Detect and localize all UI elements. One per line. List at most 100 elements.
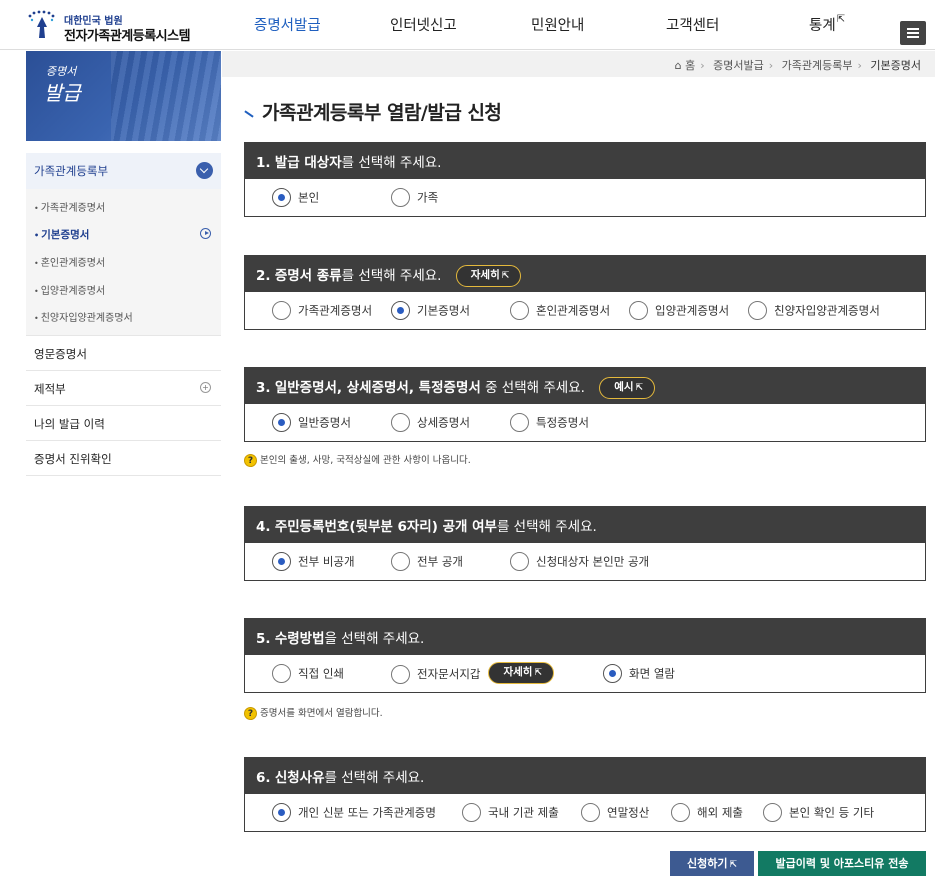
pill-label: 예시 <box>614 381 634 393</box>
sidebar-subitem-label: 기본증명서 <box>41 228 90 241</box>
nav-internet-report[interactable]: 인터넷신고 <box>390 14 457 35</box>
radio-other[interactable]: 본인 확인 등 기타 <box>763 803 874 823</box>
chevron-right-icon: › <box>700 59 705 72</box>
radio-checked-icon <box>272 552 291 571</box>
sidebar-subitem-full-adoption[interactable]: 친양자입양관계증명서 <box>26 301 221 329</box>
radio-unchecked-icon <box>391 413 410 432</box>
radio-self[interactable]: 본인 <box>272 188 319 208</box>
radio-marriage[interactable]: 혼인관계증명서 <box>510 301 610 321</box>
section-text: 를 선택해 주세요. <box>496 519 597 535</box>
sidebar-subitem-marriage[interactable]: 혼인관계증명서 <box>26 246 221 274</box>
section-number: 6. <box>256 770 271 786</box>
radio-unchecked-icon <box>763 803 782 822</box>
sidebar-subitem-label: 혼인관계증명서 <box>40 258 106 269</box>
breadcrumb-family-register[interactable]: 가족관계등록부 <box>782 59 853 72</box>
nav-statistics[interactable]: 통계⇱ <box>809 14 845 35</box>
page-title-text: 가족관계등록부 열람/발급 신청 <box>262 102 502 124</box>
play-icon <box>200 227 211 239</box>
section-header: 5. 수령방법을 선택해 주세요. <box>244 618 926 655</box>
radio-overseas-submit[interactable]: 해외 제출 <box>671 803 743 823</box>
radio-full-adoption[interactable]: 친양자입양관계증명서 <box>748 301 880 321</box>
external-link-icon: ⇱ <box>729 860 738 870</box>
radio-e-wallet[interactable]: 전자문서지갑 자세히 ⇱ <box>391 662 555 684</box>
radio-detailed[interactable]: 상세증명서 <box>391 413 470 433</box>
radio-all-shown[interactable]: 전부 공개 <box>391 552 463 572</box>
radio-unchecked-icon <box>629 301 648 320</box>
radio-checked-icon <box>603 664 622 683</box>
apply-button[interactable]: 신청하기 ⇱ <box>670 851 754 876</box>
detail-button[interactable]: 자세히 ⇱ <box>455 265 522 287</box>
radio-label: 본인 확인 등 기타 <box>789 805 875 820</box>
court-emblem-icon <box>28 10 55 38</box>
sidebar-submenu: 가족관계증명서 기본증명서 혼인관계증명서 입양관계증명서 친양자입양관계증명서 <box>26 189 221 336</box>
radio-label: 전부 비공개 <box>298 554 355 569</box>
radio-all-hidden[interactable]: 전부 비공개 <box>272 552 355 572</box>
section-keyword: 신청사유 <box>274 770 325 786</box>
radio-group: 가족관계증명서 기본증명서 혼인관계증명서 입양관계증명서 친양자입양관계증명서 <box>244 292 926 330</box>
section-header: 1. 발급 대상자를 선택해 주세요. <box>244 142 926 179</box>
radio-label: 국내 기관 제출 <box>488 805 559 820</box>
radio-general[interactable]: 일반증명서 <box>272 413 351 433</box>
question-icon: ? <box>244 454 257 467</box>
nav-certificate-issue[interactable]: 증명서발급 <box>254 14 321 35</box>
radio-personal-identity[interactable]: 개인 신분 또는 가족관계증명 <box>272 803 436 823</box>
radio-domestic-submit[interactable]: 국내 기관 제출 <box>462 803 559 823</box>
radio-adoption[interactable]: 입양관계증명서 <box>629 301 729 321</box>
section-5-note: ? 증명서를 화면에서 열람합니다. <box>244 705 383 720</box>
radio-basic[interactable]: 기본증명서 <box>391 301 470 321</box>
radio-family-relation[interactable]: 가족관계증명서 <box>272 301 372 321</box>
example-button[interactable]: 예시 ⇱ <box>599 377 656 399</box>
radio-unchecked-icon <box>391 664 410 684</box>
radio-unchecked-icon <box>272 664 291 683</box>
sidebar-item-verify[interactable]: 증명서 진위확인 <box>26 441 221 476</box>
sidebar-subitem-family-relation[interactable]: 가족관계증명서 <box>26 191 221 219</box>
sidebar-subitem-basic[interactable]: 기본증명서 <box>26 219 221 247</box>
radio-family[interactable]: 가족 <box>391 188 438 208</box>
section-header: 3. 일반증명서, 상세증명서, 특정증명서 중 선택해 주세요. 예시 ⇱ <box>244 367 926 404</box>
breadcrumb-home[interactable]: 홈 <box>685 59 695 72</box>
section-target: 1. 발급 대상자를 선택해 주세요. 본인 가족 <box>244 142 926 217</box>
radio-label: 직접 인쇄 <box>298 666 344 681</box>
sidebar-item-family-register[interactable]: 가족관계등록부 <box>26 153 221 189</box>
sidebar-item-removed-register[interactable]: 제적부 + <box>26 371 221 406</box>
section-number: 1. <box>256 155 271 171</box>
radio-group: 본인 가족 <box>244 179 926 217</box>
e-wallet-detail-button[interactable]: 자세히 ⇱ <box>488 662 555 684</box>
sidebar-item-my-history[interactable]: 나의 발급 이력 <box>26 406 221 441</box>
section-reason: 6. 신청사유를 선택해 주세요. 개인 신분 또는 가족관계증명 국내 기관 … <box>244 757 926 832</box>
button-label: 발급이력 및 아포스티유 전송 <box>775 857 909 870</box>
pill-label: 자세히 <box>470 269 500 281</box>
radio-label: 가족 <box>417 190 439 205</box>
sidebar-item-english-certificate[interactable]: 영문증명서 <box>26 336 221 371</box>
radio-checked-icon <box>391 301 410 320</box>
radio-unchecked-icon <box>581 803 600 822</box>
radio-tax-settlement[interactable]: 연말정산 <box>581 803 649 823</box>
radio-specific[interactable]: 특정증명서 <box>510 413 589 433</box>
nav-label: 인터넷신고 <box>390 18 457 34</box>
breadcrumb-current: 기본증명서 <box>870 59 921 72</box>
plus-icon: + <box>200 381 211 393</box>
sidebar-subitem-adoption[interactable]: 입양관계증명서 <box>26 274 221 302</box>
nav-civil-guide[interactable]: 민원안내 <box>531 14 584 35</box>
sidebar-subitem-label: 가족관계증명서 <box>40 203 106 214</box>
radio-unchecked-icon <box>391 188 410 207</box>
nav-customer-center[interactable]: 고객센터 <box>666 14 719 35</box>
radio-unchecked-icon <box>510 301 529 320</box>
external-link-icon: ⇱ <box>836 14 846 25</box>
radio-direct-print[interactable]: 직접 인쇄 <box>272 664 344 684</box>
hamburger-menu-button[interactable] <box>900 21 926 45</box>
site-header: 대한민국 법원 전자가족관계등록시스템 증명서발급 인터넷신고 민원안내 고객센… <box>0 0 935 50</box>
hamburger-icon-bar <box>907 36 919 38</box>
radio-self-only[interactable]: 신청대상자 본인만 공개 <box>510 552 649 572</box>
sidebar-item-label: 제적부 <box>34 381 66 396</box>
hamburger-icon <box>907 28 919 30</box>
section-keyword: 증명서 종류 <box>274 268 342 284</box>
radio-label: 연말정산 <box>607 805 650 820</box>
radio-label: 기본증명서 <box>417 303 470 318</box>
breadcrumb-bar: ⌂ 홈 › 증명서발급 › 가족관계등록부 › 기본증명서 <box>222 51 935 77</box>
breadcrumb-certificate-issue[interactable]: 증명서발급 <box>713 59 764 72</box>
section-number: 4. <box>256 519 271 535</box>
site-logo[interactable]: 대한민국 법원 전자가족관계등록시스템 <box>26 10 196 44</box>
history-apostille-button[interactable]: 발급이력 및 아포스티유 전송 <box>758 851 926 876</box>
radio-screen-view[interactable]: 화면 열람 <box>603 664 675 684</box>
